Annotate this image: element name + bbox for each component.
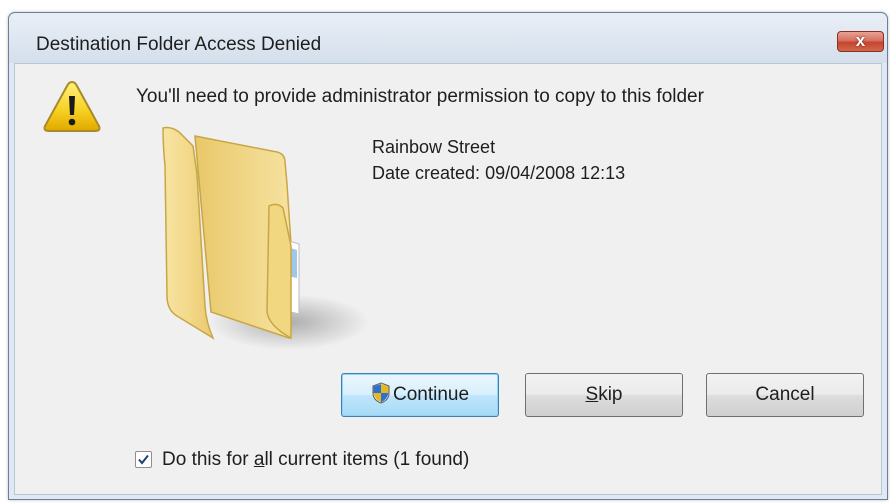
skip-accel: S [585, 384, 599, 405]
dialog-body: You'll need to provide administrator per… [14, 63, 882, 495]
dialog-window: Destination Folder Access Denied x You'l… [8, 12, 888, 500]
folder-date-created: Date created: 09/04/2008 12:13 [372, 163, 626, 183]
permission-message: You'll need to provide administrator per… [136, 86, 704, 107]
close-icon: x [855, 31, 866, 50]
apply-all-post: ll current items (1 found) [264, 449, 470, 470]
window-title: Destination Folder Access Denied [36, 34, 322, 55]
apply-all-pre: Do this for [162, 449, 254, 470]
checkmark-icon [138, 454, 149, 465]
close-button[interactable]: x [837, 31, 884, 52]
cancel-button[interactable]: Cancel [706, 373, 864, 417]
apply-all-label[interactable]: Do this for all current items (1 found) [162, 449, 469, 471]
uac-shield-icon [372, 382, 390, 404]
folder-name: Rainbow Street [372, 137, 496, 157]
warning-icon [43, 80, 101, 132]
continue-label: Continue [392, 384, 470, 405]
apply-all-checkbox[interactable] [135, 451, 152, 468]
continue-button[interactable]: Continue [341, 373, 499, 417]
apply-all-accel: a [253, 449, 265, 470]
skip-button[interactable]: Skip [525, 373, 683, 417]
cancel-label: Cancel [755, 384, 815, 405]
title-bar[interactable]: Destination Folder Access Denied x [9, 13, 887, 63]
skip-label-post: kip [598, 384, 623, 405]
folder-icon [162, 126, 369, 350]
